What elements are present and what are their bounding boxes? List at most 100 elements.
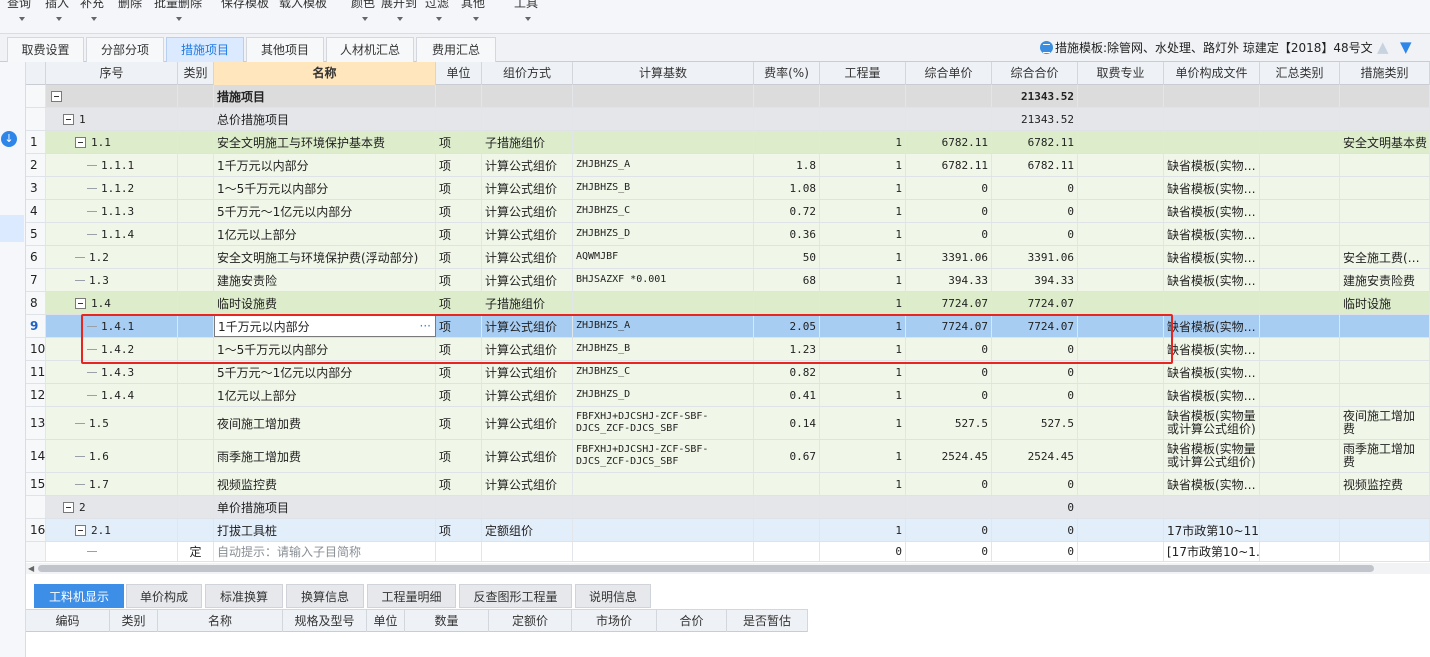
price-file-cell[interactable]: 缺省模板(实物… (1164, 200, 1260, 222)
price-file-cell[interactable]: 缺省模板(实物… (1164, 177, 1260, 199)
quantity-cell[interactable] (820, 108, 906, 130)
collapse-toggle-icon[interactable] (75, 136, 86, 148)
price-file-cell[interactable]: 缺省模板(实物… (1164, 246, 1260, 268)
seq-cell[interactable]: 1.4 (46, 292, 178, 314)
pricing-method-cell[interactable]: 子措施组价 (482, 131, 573, 153)
name-cell[interactable]: 1～5千万元以内部分 (214, 338, 436, 360)
unit-price-cell[interactable]: 0 (906, 473, 992, 495)
seq-cell[interactable]: 1.2 (46, 246, 178, 268)
total-price-cell[interactable]: 0 (992, 542, 1078, 561)
price-file-cell[interactable]: 缺省模板(实物… (1164, 384, 1260, 406)
rate-cell[interactable] (754, 473, 820, 495)
fee-profession-cell[interactable] (1078, 519, 1164, 541)
pricing-method-cell[interactable]: 计算公式组价 (482, 361, 573, 383)
price-file-cell[interactable]: 17市政第10~11册 (1164, 519, 1260, 541)
quantity-cell[interactable]: 1 (820, 361, 906, 383)
tab-conversion-info[interactable]: 换算信息 (286, 584, 364, 608)
name-cell[interactable]: 1亿元以上部分 (214, 223, 436, 245)
measure-category-cell[interactable]: 安全施工费(… (1340, 246, 1430, 268)
unit-cell[interactable] (436, 85, 482, 107)
seq-cell[interactable]: 1.4.1 (46, 315, 178, 337)
collapse-toggle-icon[interactable] (75, 524, 86, 536)
fee-profession-cell[interactable] (1078, 108, 1164, 130)
measure-category-cell[interactable] (1340, 177, 1430, 199)
pricing-method-cell[interactable] (482, 542, 573, 561)
unit-cell[interactable]: 项 (436, 131, 482, 153)
seq-cell[interactable]: 2 (46, 496, 178, 518)
bheader-total[interactable]: 合价 (657, 610, 727, 632)
quantity-cell[interactable]: 1 (820, 338, 906, 360)
unit-price-cell[interactable]: 3391.06 (906, 246, 992, 268)
unit-cell[interactable]: 项 (436, 223, 482, 245)
fee-profession-cell[interactable] (1078, 338, 1164, 360)
filter-button[interactable]: 过滤 (425, 0, 449, 11)
header-pricing-method[interactable]: 组价方式 (482, 62, 573, 85)
calc-base-cell[interactable] (573, 496, 754, 518)
expand-to-button[interactable]: 展开到 (381, 0, 417, 11)
unit-price-cell[interactable]: 527.5 (906, 407, 992, 439)
category-cell[interactable] (178, 108, 214, 130)
query-button[interactable]: 查询 (7, 0, 31, 11)
scrollbar-thumb[interactable] (38, 565, 1374, 572)
bheader-category[interactable]: 类别 (110, 610, 158, 632)
tab-sub-items[interactable]: 分部分项 (86, 37, 164, 62)
calc-base-cell[interactable]: ZHJBHZS_C (573, 361, 754, 383)
summary-category-cell[interactable] (1260, 384, 1340, 406)
seq-cell[interactable] (46, 542, 178, 561)
total-price-cell[interactable]: 0 (992, 496, 1078, 518)
template-info[interactable]: 措施模板:除管网、水处理、路灯外 琼建定【2018】48号文 (1040, 39, 1373, 57)
price-file-cell[interactable] (1164, 85, 1260, 107)
rate-cell[interactable] (754, 496, 820, 518)
name-cell[interactable]: 建施安责险 (214, 269, 436, 291)
summary-category-cell[interactable] (1260, 85, 1340, 107)
seq-cell[interactable]: 1.5 (46, 407, 178, 439)
bheader-spec[interactable]: 规格及型号 (283, 610, 367, 632)
pricing-method-cell[interactable]: 计算公式组价 (482, 269, 573, 291)
category-cell[interactable] (178, 131, 214, 153)
calc-base-cell[interactable]: FBFXHJ+DJCSHJ-ZCF-SBF-DJCS_ZCF-DJCS_SBF (573, 407, 754, 439)
price-file-cell[interactable]: [17市政第10~1… (1164, 542, 1260, 561)
bheader-quota-price[interactable]: 定额价 (489, 610, 572, 632)
tab-cost-summary[interactable]: 费用汇总 (416, 37, 496, 62)
move-down-icon[interactable]: ▼ (1400, 38, 1414, 56)
fee-profession-cell[interactable] (1078, 223, 1164, 245)
bheader-unit[interactable]: 单位 (367, 610, 405, 632)
table-row[interactable]: 12 1.4.4 1亿元以上部分项计算公式组价 ZHJBHZS_D 0.41 1 0 0 缺省模… (26, 384, 1430, 407)
header-measure-category[interactable]: 措施类别 (1340, 62, 1430, 85)
quantity-cell[interactable]: 1 (820, 292, 906, 314)
pricing-method-cell[interactable]: 定额组价 (482, 519, 573, 541)
name-cell[interactable]: 1～5千万元以内部分 (214, 177, 436, 199)
rate-cell[interactable]: 0.41 (754, 384, 820, 406)
fee-profession-cell[interactable] (1078, 496, 1164, 518)
fee-profession-cell[interactable] (1078, 384, 1164, 406)
seq-cell[interactable]: 1.4.3 (46, 361, 178, 383)
seq-cell[interactable]: 1.4.4 (46, 384, 178, 406)
measure-category-cell[interactable]: 雨季施工增加费 (1340, 440, 1430, 472)
table-row[interactable]: 4 1.1.3 5千万元～1亿元以内部分项计算公式组价 ZHJBHZS_C 0.72 1 0… (26, 200, 1430, 223)
total-price-cell[interactable]: 0 (992, 361, 1078, 383)
seq-cell[interactable]: 1.7 (46, 473, 178, 495)
bheader-quantity[interactable]: 数量 (405, 610, 489, 632)
unit-cell[interactable] (436, 496, 482, 518)
bheader-name[interactable]: 名称 (158, 610, 283, 632)
rate-cell[interactable] (754, 519, 820, 541)
pricing-method-cell[interactable]: 计算公式组价 (482, 473, 573, 495)
quantity-cell[interactable]: 0 (820, 542, 906, 561)
measure-category-cell[interactable]: 建施安责险费 (1340, 269, 1430, 291)
header-category[interactable]: 类别 (178, 62, 214, 85)
pricing-method-cell[interactable]: 计算公式组价 (482, 384, 573, 406)
unit-price-cell[interactable]: 7724.07 (906, 315, 992, 337)
unit-cell[interactable]: 项 (436, 246, 482, 268)
header-seq[interactable]: 序号 (46, 62, 178, 85)
category-cell[interactable]: 定 (178, 542, 214, 561)
scroll-left-icon[interactable]: ◀ (28, 564, 34, 573)
quantity-cell[interactable]: 1 (820, 315, 906, 337)
calc-base-cell[interactable]: ZHJBHZS_B (573, 338, 754, 360)
unit-cell[interactable]: 项 (436, 269, 482, 291)
table-row[interactable]: 1 总价措施项目 21343.52 (26, 108, 1430, 131)
seq-cell[interactable] (46, 85, 178, 107)
table-row[interactable]: 13 1.5 夜间施工增加费 项计算公式组价 FBFXHJ+DJCSHJ-ZCF-SBF… (26, 407, 1430, 440)
pricing-method-cell[interactable]: 计算公式组价 (482, 407, 573, 439)
rate-cell[interactable]: 0.67 (754, 440, 820, 472)
header-summary-category[interactable]: 汇总类别 (1260, 62, 1340, 85)
